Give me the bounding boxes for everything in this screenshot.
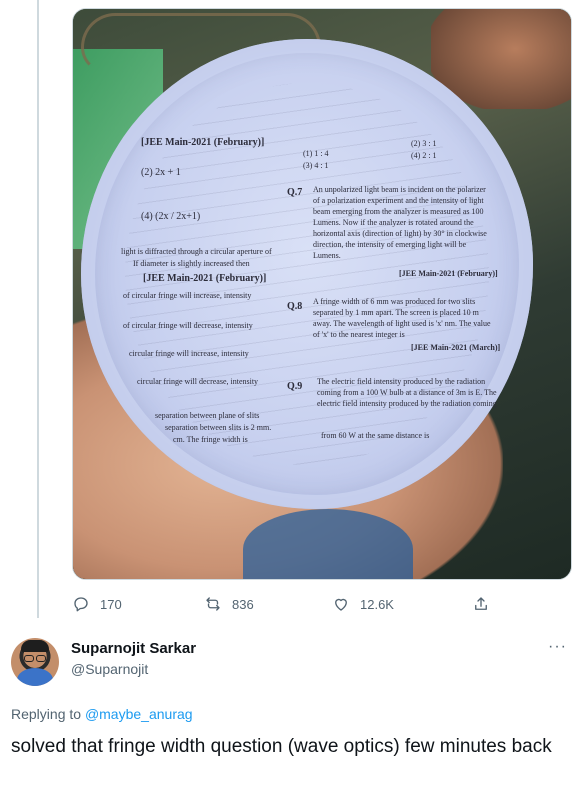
plate-question-number: Q.7 <box>287 187 303 198</box>
plate-equation: (4) (2x / 2x+1) <box>141 211 201 222</box>
replying-to-link[interactable]: @maybe_anurag <box>85 706 193 722</box>
like-count: 12.6K <box>360 596 394 612</box>
plate-text-line: of circular fringe will decrease, intens… <box>123 321 253 330</box>
plate-equation: (2) 2x + 1 <box>141 167 181 178</box>
plate-text-line: beam emerging from the analyzer is measu… <box>313 207 484 216</box>
plate-option: (2) 3 : 1 <box>411 139 437 148</box>
retweet-button[interactable]: 836 <box>204 592 254 616</box>
author-name[interactable]: Suparnojit Sarkar <box>71 640 196 657</box>
plate-text-line: separated by 1 mm apart. The screen is p… <box>313 308 479 317</box>
plate-option: (1) 1 : 4 <box>303 149 329 158</box>
plate-text-line: An unpolarized light beam is incident on… <box>313 185 486 194</box>
plate-text-line: of a polarization experiment and the int… <box>313 196 484 205</box>
plate-question-number: Q.8 <box>287 301 303 312</box>
plate-text-line: circular fringe will increase, intensity <box>129 349 249 358</box>
plate-text-line: direction, the intensity of emerging lig… <box>313 240 467 249</box>
avatar-hair <box>21 640 49 652</box>
plate-text-line: A fringe width of 6 mm was produced for … <box>313 297 476 306</box>
plate-text-line: If diameter is slightly increased then <box>133 259 250 268</box>
plate-exam-header: [JEE Main-2021 (February)] <box>141 137 265 148</box>
replying-to-prefix: Replying to <box>11 706 82 722</box>
plate-text-line: cm. The fringe width is <box>173 435 248 444</box>
retweet-icon <box>206 597 220 611</box>
plate-text-line: The electric field intensity produced by… <box>317 377 486 386</box>
tweet-photo[interactable]: [JEE Main-2021 (February)] (2) 2x + 1 (4… <box>72 8 572 580</box>
retweet-count: 836 <box>232 596 254 612</box>
avatar-glasses <box>24 655 34 662</box>
plate-question-number: Q.9 <box>287 381 303 392</box>
plate-exam-header: [JEE Main-2021 (February)] <box>143 273 267 284</box>
more-icon[interactable]: ··· <box>548 638 567 656</box>
reply-button[interactable]: 170 <box>72 592 122 616</box>
like-icon <box>335 598 347 611</box>
photo-blue-object <box>243 509 413 579</box>
plate-text-line: horizontal axis (direction of light) by … <box>313 229 487 238</box>
avatar[interactable] <box>11 638 59 686</box>
plate-option: (4) 2 : 1 <box>411 151 437 160</box>
plate-text-line: light is diffracted through a circular a… <box>121 247 272 256</box>
like-button[interactable]: 12.6K <box>332 592 394 616</box>
replying-to-line: Replying to @maybe_anurag <box>11 706 193 722</box>
reply-count: 170 <box>100 596 122 612</box>
plate-text-line: Lumens. <box>313 251 341 260</box>
plate-text-line: circular fringe will decrease, intensity <box>137 377 259 386</box>
thread-connector-line <box>37 0 39 618</box>
avatar-shirt <box>17 668 53 686</box>
plate-option: (3) 4 : 1 <box>303 161 329 170</box>
plate-text-line: separation between slits is 2 mm. <box>165 423 272 432</box>
plate-exam-header: [JEE Main-2021 (February)] <box>399 269 498 278</box>
plate-text-line: separation between plane of slits <box>155 411 260 420</box>
plate-text-line: electric field intensity produced by the… <box>317 399 497 408</box>
tweet-action-bar: 170 836 12.6K <box>72 592 502 616</box>
plate-text-line: away. The wavelength of light used is 'x… <box>313 319 491 328</box>
plate-text-line: of 'x' to the nearest integer is <box>313 330 405 339</box>
plate-text-line: Lumens. Now if the analyzer is rotated a… <box>313 218 474 227</box>
plate-text-line: coming from a 100 W bulb at a distance o… <box>317 388 497 397</box>
share-button[interactable] <box>472 592 490 616</box>
plate-text-line: from 60 W at the same distance is <box>321 431 430 440</box>
avatar-glasses <box>36 655 46 662</box>
reply-icon <box>74 597 88 612</box>
share-icon <box>475 597 487 610</box>
plate-text-line: of circular fringe will increase, intens… <box>123 291 252 300</box>
paper-plate: [JEE Main-2021 (February)] (2) 2x + 1 (4… <box>81 39 533 509</box>
reply-text: solved that fringe width question (wave … <box>11 736 552 757</box>
author-handle[interactable]: @Suparnojit <box>71 661 148 677</box>
plate-exam-header: [JEE Main-2021 (March)] <box>411 343 501 352</box>
